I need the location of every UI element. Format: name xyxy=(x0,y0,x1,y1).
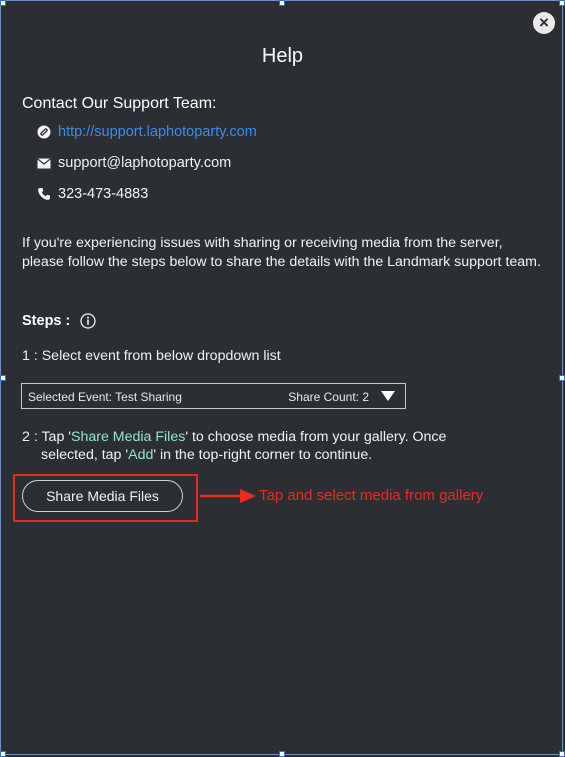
step-2-line2-suffix: ' in the top-right corner to continue. xyxy=(153,447,373,463)
selected-event-text: Selected Event: Test Sharing xyxy=(28,390,182,404)
link-icon xyxy=(36,124,52,140)
phone-icon xyxy=(36,186,52,202)
intro-text: If you're experiencing issues with shari… xyxy=(22,235,541,270)
resize-handle-bottom-right[interactable] xyxy=(559,751,565,757)
contact-email-row[interactable]: support@laphotoparty.com xyxy=(36,155,231,171)
steps-label: Steps : xyxy=(22,313,71,329)
step-2-text: 2 : Tap 'Share Media Files' to choose me… xyxy=(22,428,542,464)
resize-handle-bottom-left[interactable] xyxy=(0,751,6,757)
share-count-text: Share Count: 2 xyxy=(288,390,369,404)
mail-icon xyxy=(36,155,52,171)
annotation-text: Tap and select media from gallery xyxy=(259,487,484,504)
resize-handle-top-center[interactable] xyxy=(279,0,285,6)
step-2-middle: ' to choose media from your gallery. Onc… xyxy=(185,429,447,445)
contact-phone-row[interactable]: 323-473-4883 xyxy=(36,186,148,202)
resize-handle-top-right[interactable] xyxy=(559,0,565,6)
step-1-text: 1 : Select event from below dropdown lis… xyxy=(22,348,281,364)
resize-handle-middle-right[interactable] xyxy=(559,375,565,381)
resize-handle-top-left[interactable] xyxy=(0,0,6,6)
phone-text[interactable]: 323-473-4883 xyxy=(58,186,148,202)
selection-frame xyxy=(0,0,563,755)
info-icon[interactable] xyxy=(80,313,96,329)
step-2-highlight-share: Share Media Files xyxy=(70,429,186,445)
contact-website-row[interactable]: http://support.laphotoparty.com xyxy=(36,124,257,140)
resize-handle-bottom-center[interactable] xyxy=(279,751,285,757)
step-2-line-2: selected, tap 'Add' in the top-right cor… xyxy=(22,446,542,464)
step-2-prefix: 2 : Tap ' xyxy=(22,429,71,445)
event-dropdown[interactable]: Selected Event: Test Sharing Share Count… xyxy=(21,383,406,409)
contact-heading: Contact Our Support Team: xyxy=(22,95,217,112)
step-2-highlight-add: Add xyxy=(128,447,154,463)
email-text[interactable]: support@laphotoparty.com xyxy=(58,155,231,171)
steps-heading: Steps : xyxy=(22,313,96,329)
dropdown-caret-icon xyxy=(381,391,395,401)
close-icon: × xyxy=(539,13,549,32)
arrow-right-icon xyxy=(200,489,256,503)
step-2-line2-prefix: selected, tap ' xyxy=(41,447,129,463)
resize-handle-middle-left[interactable] xyxy=(0,375,6,381)
close-button[interactable]: × xyxy=(533,12,555,34)
step-2-line-1: 2 : Tap 'Share Media Files' to choose me… xyxy=(22,428,542,446)
dialog-title: Help xyxy=(261,45,304,67)
website-link[interactable]: http://support.laphotoparty.com xyxy=(58,124,257,140)
share-media-files-button[interactable]: Share Media Files xyxy=(22,480,183,512)
